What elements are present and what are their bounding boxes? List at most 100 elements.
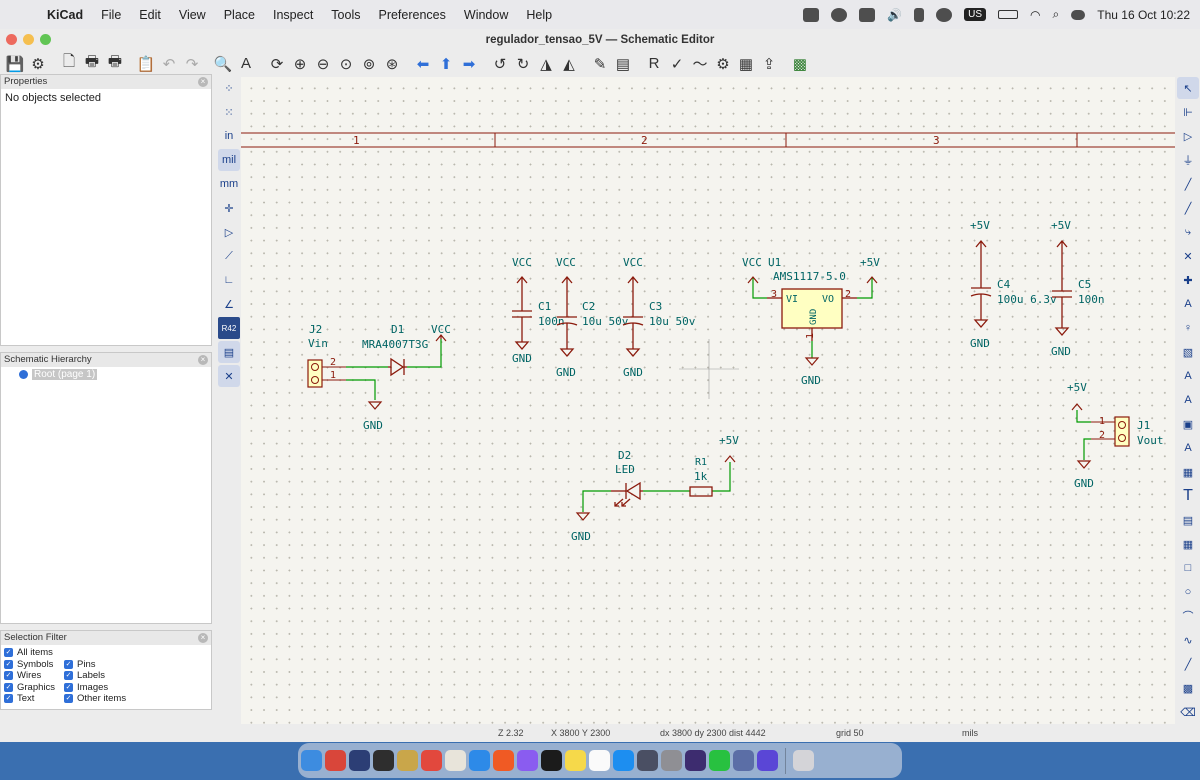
- volume-icon[interactable]: 🔊: [887, 8, 902, 22]
- filter-all-items[interactable]: ✓ All items: [4, 647, 64, 659]
- rule-area-icon[interactable]: ▧: [1177, 341, 1199, 363]
- checkbox-icon[interactable]: ✓: [64, 659, 73, 669]
- find-replace-icon[interactable]: A: [235, 53, 257, 75]
- app-icon-green[interactable]: [373, 750, 394, 771]
- global-label-icon[interactable]: A: [1177, 365, 1199, 387]
- add-bezier-icon[interactable]: ∿: [1177, 629, 1199, 651]
- schematic-canvas[interactable]: 1 2 3 J2 Vin 2 1 D1 MRA4007T3G VCC GND V…: [241, 77, 1175, 733]
- close-icon[interactable]: ×: [198, 77, 208, 87]
- add-sheet-icon[interactable]: ▣: [1177, 413, 1199, 435]
- filter-wires[interactable]: ✓ Wires: [4, 670, 64, 682]
- schematic-setup-icon[interactable]: ⚙: [27, 53, 49, 75]
- add-circle-icon[interactable]: ○: [1177, 581, 1199, 603]
- diode-d1[interactable]: [388, 357, 407, 377]
- keyboard-layout-badge[interactable]: US: [964, 8, 987, 21]
- rotate-cw-icon[interactable]: ↻: [512, 53, 534, 75]
- hier-label-icon[interactable]: A: [1177, 389, 1199, 411]
- plot-icon[interactable]: 🖶: [104, 53, 126, 75]
- app-icon-indigo[interactable]: [757, 750, 778, 771]
- close-icon[interactable]: ×: [198, 355, 208, 365]
- brave-icon[interactable]: [493, 750, 514, 771]
- finder-icon[interactable]: [301, 750, 322, 771]
- zoom-out-icon[interactable]: ⊖: [312, 53, 334, 75]
- status-app-icon-1[interactable]: [803, 7, 820, 22]
- menu-help[interactable]: Help: [517, 8, 561, 22]
- launchpad-icon[interactable]: [445, 750, 466, 771]
- filter-other-items[interactable]: ✓ Other items: [64, 693, 144, 705]
- add-image-icon[interactable]: ▩: [1177, 677, 1199, 699]
- undo-icon[interactable]: ↶: [158, 53, 180, 75]
- hidden-pins-icon[interactable]: ▷: [218, 221, 240, 243]
- navigate-up-icon[interactable]: ⬆: [435, 53, 457, 75]
- line-mode-45-icon[interactable]: ∠: [218, 293, 240, 315]
- bom-icon[interactable]: ▦: [735, 53, 757, 75]
- minimize-window-button[interactable]: [23, 34, 34, 45]
- led-d2[interactable]: [611, 481, 643, 507]
- units-mils-button[interactable]: mil: [218, 149, 240, 171]
- filter-labels[interactable]: ✓ Labels: [64, 670, 144, 682]
- mirror-v-icon[interactable]: ◮: [535, 53, 557, 75]
- page-settings-icon[interactable]: 🗋: [58, 53, 80, 75]
- status-app-icon-2[interactable]: [831, 7, 848, 22]
- capacitor-c1[interactable]: [512, 275, 532, 350]
- app-icon-dark-purple[interactable]: [685, 750, 706, 771]
- checkbox-icon[interactable]: ✓: [4, 682, 13, 692]
- highlight-net-icon[interactable]: ⊩: [1177, 101, 1199, 123]
- junction-icon[interactable]: ✚: [1177, 269, 1199, 291]
- add-power-icon[interactable]: ⏚: [1177, 149, 1199, 171]
- notes-icon[interactable]: [565, 750, 586, 771]
- add-line-icon[interactable]: ╱: [1177, 653, 1199, 675]
- print-icon[interactable]: 🖶: [81, 53, 103, 75]
- connector-j2[interactable]: [307, 359, 346, 388]
- filter-symbols[interactable]: ✓ Symbols: [4, 659, 64, 671]
- system-settings-icon[interactable]: [661, 750, 682, 771]
- mirror-h-icon[interactable]: ◭: [558, 53, 580, 75]
- checkbox-icon[interactable]: ✓: [4, 659, 13, 669]
- clock[interactable]: Thu 16 Oct 10:22: [1097, 8, 1190, 22]
- pcb-editor-icon[interactable]: ▩: [789, 53, 811, 75]
- filter-pins[interactable]: ✓ Pins: [64, 659, 144, 671]
- terminal-icon[interactable]: [541, 750, 562, 771]
- capacitor-c4[interactable]: [970, 239, 992, 328]
- control-center-icon[interactable]: [1071, 9, 1086, 20]
- add-symbol-icon[interactable]: ▷: [1177, 125, 1199, 147]
- symbol-browser-icon[interactable]: ▤: [612, 53, 634, 75]
- line-mode-free-icon[interactable]: ⟋: [218, 245, 240, 267]
- menu-view[interactable]: View: [170, 8, 215, 22]
- safari-icon[interactable]: [469, 750, 490, 771]
- zoom-in-icon[interactable]: ⊕: [289, 53, 311, 75]
- add-arc-icon[interactable]: ⌒: [1177, 605, 1199, 627]
- delete-tool-icon[interactable]: ⌫: [1177, 701, 1199, 723]
- units-inches-button[interactable]: in: [218, 125, 240, 147]
- select-tool-icon[interactable]: ↖: [1177, 77, 1199, 99]
- find-icon[interactable]: 🔍: [212, 53, 234, 75]
- checkbox-icon[interactable]: ✓: [64, 671, 73, 681]
- checkbox-icon[interactable]: ✓: [64, 682, 73, 692]
- navigate-back-icon[interactable]: ⬅: [412, 53, 434, 75]
- update-pcb-icon[interactable]: ⇪: [758, 53, 780, 75]
- menu-preferences[interactable]: Preferences: [369, 8, 454, 22]
- capacitor-c3[interactable]: [622, 275, 644, 357]
- checkbox-icon[interactable]: ✓: [4, 694, 13, 704]
- import-sheet-pin-icon[interactable]: A: [1177, 437, 1199, 459]
- battery-status-icon[interactable]: [914, 7, 925, 22]
- app-store-icon[interactable]: [613, 750, 634, 771]
- app-icon-yellow[interactable]: [397, 750, 418, 771]
- save-icon[interactable]: 💾: [4, 53, 26, 75]
- symbol-editor-icon[interactable]: ✎: [589, 53, 611, 75]
- annotation-icon[interactable]: R42: [218, 317, 240, 339]
- trash-icon[interactable]: [793, 750, 814, 771]
- app-icon-f[interactable]: [325, 750, 346, 771]
- filter-images[interactable]: ✓ Images: [64, 682, 144, 694]
- zoom-fit-icon[interactable]: ⊙: [335, 53, 357, 75]
- add-rectangle-icon[interactable]: □: [1177, 557, 1199, 579]
- menu-app-kicad[interactable]: KiCad: [38, 8, 92, 22]
- paste-icon[interactable]: 📋: [135, 53, 157, 75]
- bus-entry-icon[interactable]: ⤷: [1177, 221, 1199, 243]
- zoom-objects-icon[interactable]: ⊚: [358, 53, 380, 75]
- hierarchy-root-item[interactable]: Root (page 1): [1, 367, 211, 382]
- kicad-icon[interactable]: [349, 750, 370, 771]
- line-mode-90-icon[interactable]: ∟: [218, 269, 240, 291]
- resistor-r1[interactable]: [689, 486, 713, 497]
- search-icon[interactable]: ⌕: [1053, 7, 1060, 22]
